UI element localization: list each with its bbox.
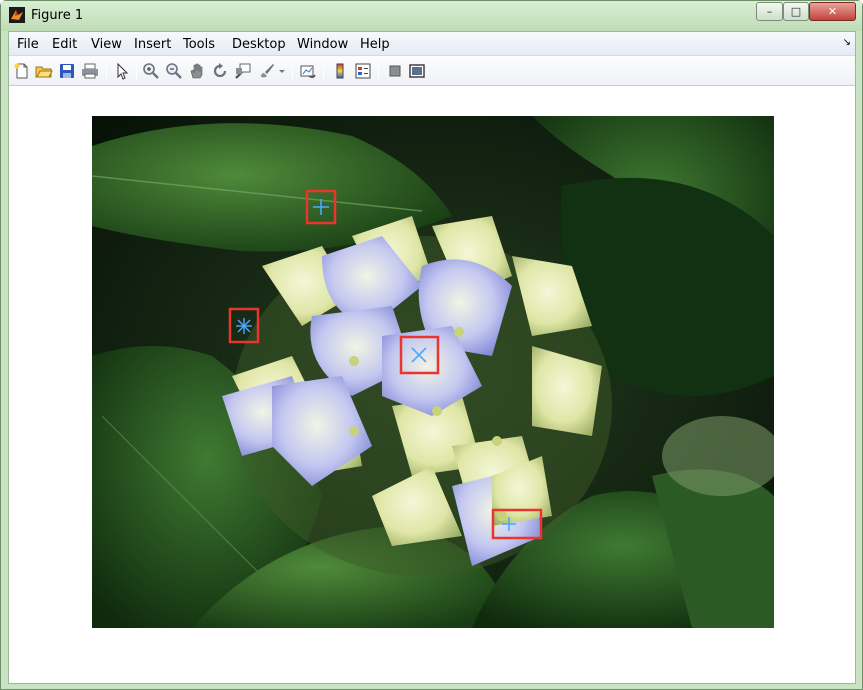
insert-colorbar-icon[interactable] [331,62,349,80]
new-figure-icon[interactable] [13,62,31,80]
open-file-icon[interactable] [35,62,53,80]
brush-dropdown-icon[interactable] [277,62,287,80]
save-icon[interactable] [58,62,76,80]
figure-toolbar [9,56,855,86]
menu-insert[interactable]: Insert [134,37,171,52]
data-cursor-icon[interactable] [234,62,252,80]
menu-tools[interactable]: Tools [183,37,215,52]
brush-icon[interactable] [258,62,276,80]
dock-arrow-icon[interactable]: ↘ [843,37,851,48]
figure-client-area: File Edit View Insert Tools Desktop Wind… [8,31,856,684]
menu-window[interactable]: Window [297,37,348,52]
menu-desktop[interactable]: Desktop [232,37,286,52]
link-plot-icon[interactable] [299,62,317,80]
rotate-3d-icon[interactable] [211,62,229,80]
hide-plot-tools-icon[interactable] [386,62,404,80]
toolbar-separator [292,61,293,81]
edit-plot-icon[interactable] [113,62,131,80]
hydrangea-flower-photo [92,116,774,628]
image-axes[interactable] [92,116,774,628]
window-title: Figure 1 [31,8,84,23]
minimize-button[interactable]: – [756,2,783,21]
insert-legend-icon[interactable] [354,62,372,80]
pan-icon[interactable] [188,62,206,80]
zoom-in-icon[interactable] [142,62,160,80]
maximize-button[interactable]: □ [783,2,809,21]
toolbar-separator [106,61,107,81]
matlab-logo-icon [9,7,25,23]
toolbar-separator [323,61,324,81]
marker-left[interactable] [236,318,252,334]
toolbar-separator [378,61,379,81]
toolbar-separator [136,61,137,81]
title-bar[interactable]: Figure 1 – □ ✕ [1,1,862,31]
show-plot-tools-icon[interactable] [408,62,426,80]
zoom-out-icon[interactable] [165,62,183,80]
menu-view[interactable]: View [91,37,122,52]
menu-edit[interactable]: Edit [52,37,77,52]
close-button[interactable]: ✕ [809,2,856,21]
print-icon[interactable] [81,62,99,80]
menu-help[interactable]: Help [360,37,390,52]
figure-window: Figure 1 – □ ✕ File Edit View Insert Too… [0,0,863,690]
menu-file[interactable]: File [17,37,39,52]
menu-bar: File Edit View Insert Tools Desktop Wind… [9,32,855,56]
